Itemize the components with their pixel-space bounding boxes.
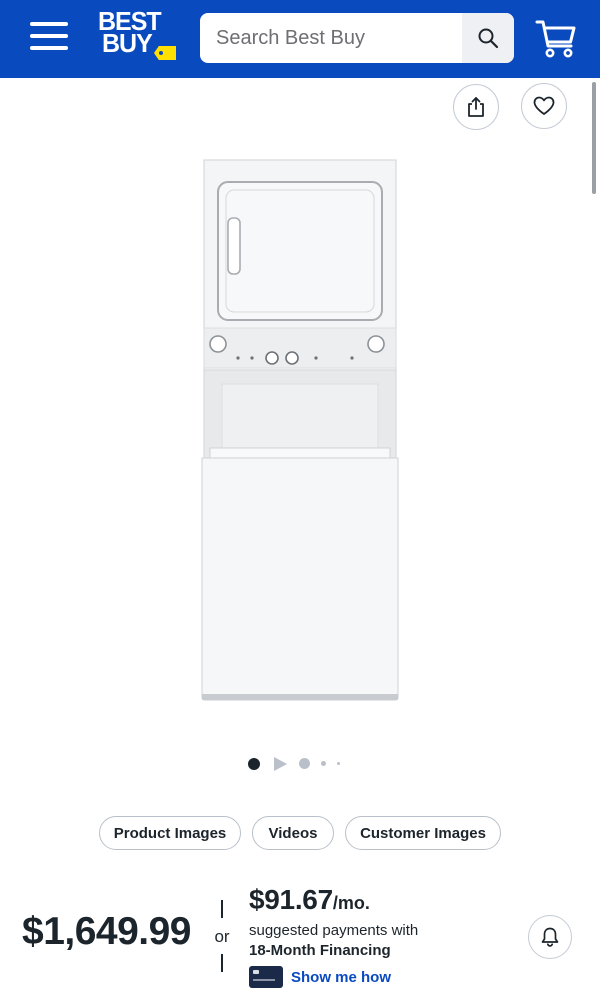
credit-card-icon bbox=[249, 966, 283, 988]
tab-customer-images[interactable]: Customer Images bbox=[345, 816, 501, 850]
show-me-how-label: Show me how bbox=[291, 968, 392, 986]
share-icon bbox=[468, 97, 484, 117]
carousel-dot-4[interactable] bbox=[321, 761, 326, 766]
search-icon bbox=[478, 28, 499, 49]
tab-product-images[interactable]: Product Images bbox=[99, 816, 241, 850]
cart-icon bbox=[535, 20, 576, 58]
bell-icon bbox=[541, 927, 559, 947]
search-input[interactable] bbox=[200, 13, 462, 63]
menu-icon[interactable] bbox=[30, 20, 68, 52]
tab-videos[interactable]: Videos bbox=[252, 816, 334, 850]
suggested-payments-text: suggested payments with bbox=[249, 922, 419, 939]
carousel-dot-3[interactable] bbox=[299, 758, 310, 769]
monthly-amount: $91.67 bbox=[249, 884, 333, 915]
monthly-payment: $91.67/mo. bbox=[249, 884, 370, 916]
price-or-separator: or bbox=[212, 900, 232, 972]
washer-dryer-illustration bbox=[201, 159, 399, 701]
monthly-unit: /mo. bbox=[332, 893, 370, 913]
share-button[interactable] bbox=[453, 84, 499, 130]
product-main-image[interactable] bbox=[196, 158, 406, 708]
carousel-dot-5[interactable] bbox=[337, 762, 340, 765]
best-buy-logo[interactable]: BEST BUY bbox=[96, 6, 180, 64]
logo-wordmark: BEST BUY bbox=[98, 6, 162, 59]
show-me-how-link[interactable]: Show me how bbox=[249, 965, 391, 989]
top-header: BEST BUY bbox=[0, 0, 600, 78]
page-scrollbar[interactable] bbox=[592, 82, 596, 194]
product-page: BEST BUY Search Best Buy Product Images … bbox=[0, 0, 600, 1000]
carousel-dot-1[interactable] bbox=[248, 758, 260, 770]
heart-icon bbox=[533, 96, 555, 115]
cart-button[interactable] bbox=[534, 16, 578, 60]
financing-term: 18-Month Financing bbox=[249, 942, 391, 959]
carousel-video-play-icon[interactable] bbox=[274, 757, 287, 771]
or-label: or bbox=[214, 927, 230, 946]
price-alert-button[interactable] bbox=[528, 915, 572, 959]
save-to-favorites-button[interactable] bbox=[521, 83, 567, 129]
search-bar bbox=[200, 13, 514, 63]
product-price: $1,649.99 bbox=[22, 910, 192, 953]
image-carousel-dots bbox=[246, 755, 356, 773]
search-button[interactable] bbox=[462, 13, 514, 63]
